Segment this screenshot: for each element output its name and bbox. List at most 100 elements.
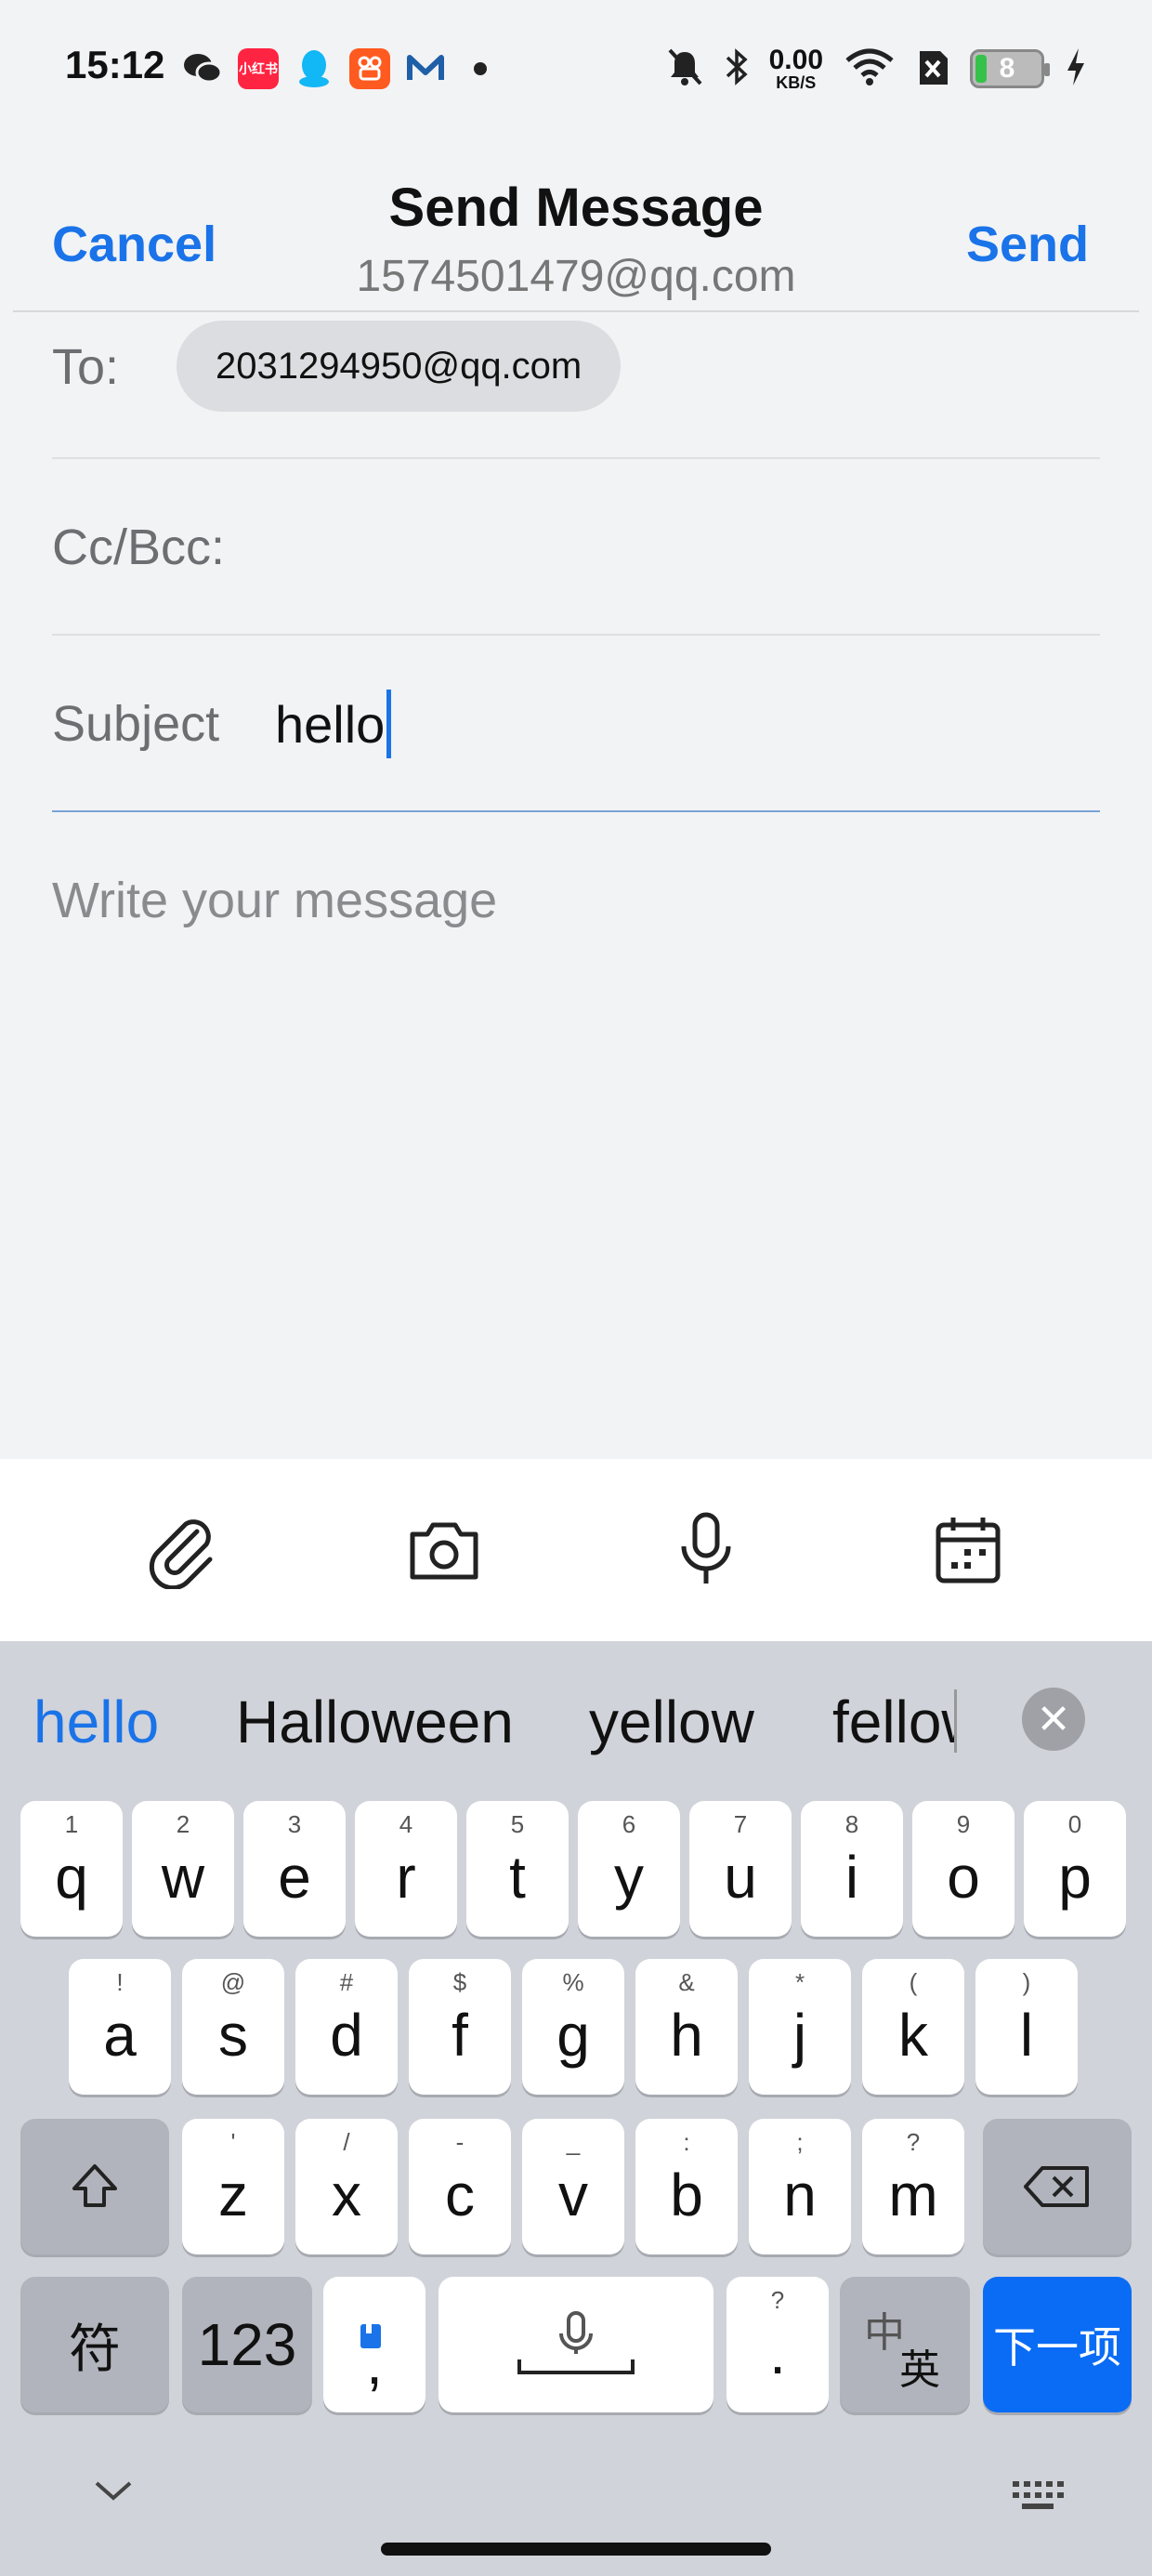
to-divider <box>52 457 1100 459</box>
key-hint: & <box>678 1968 695 1996</box>
shift-key[interactable] <box>20 2119 169 2254</box>
key-hint: ( <box>909 1968 918 1996</box>
key-k[interactable]: (k <box>862 1959 964 2095</box>
key-l[interactable]: ) l <box>975 1959 1078 2095</box>
mute-icon <box>665 46 704 92</box>
key-g[interactable]: % g <box>522 1959 624 2095</box>
language-switch-key[interactable]: 中 英 <box>840 2277 970 2412</box>
key-label: x <box>332 2162 361 2228</box>
suggestion-item[interactable]: yellow <box>589 1688 754 1756</box>
key-hint: 7 <box>733 1810 748 1838</box>
cc-divider <box>52 634 1100 636</box>
key-hint: ; <box>796 2128 804 2156</box>
compose-header: Cancel Send Message 1574501479@qq.com Se… <box>0 158 1152 311</box>
text-cursor <box>386 690 392 758</box>
key-label: s <box>218 2002 248 2069</box>
key-label: m <box>888 2162 938 2228</box>
key-label: y <box>614 1844 644 1911</box>
next-field-key[interactable]: 下一项 <box>983 2277 1132 2412</box>
key-m[interactable]: ? m <box>862 2119 964 2254</box>
key-hint: 2 <box>176 1810 190 1838</box>
hide-keyboard-chevron-icon[interactable] <box>91 2477 136 2510</box>
subject-divider <box>52 810 1100 812</box>
period-key[interactable]: ? . <box>727 2277 829 2412</box>
keyboard-switch-icon[interactable] <box>1009 2477 1065 2519</box>
key-hint: 0 <box>1067 1810 1082 1838</box>
key-label: k <box>898 2002 928 2069</box>
key-p[interactable]: 0p <box>1024 1801 1126 1937</box>
system-icons: 0.00 KB/S 8 <box>665 41 1087 97</box>
symbols-key[interactable]: 符 <box>20 2277 169 2412</box>
key-x[interactable]: / x <box>295 2119 398 2254</box>
key-hint: * <box>794 1968 805 1996</box>
key-label: t <box>509 1844 526 1911</box>
key-hint: - <box>455 2128 465 2156</box>
keyboard-bottom-bar <box>0 2440 1152 2576</box>
message-body-input[interactable]: Write your message <box>52 872 497 929</box>
status-time: 15:12 <box>65 43 165 86</box>
key-h[interactable]: & h <box>635 1959 738 2095</box>
key-t[interactable]: 5t <box>466 1801 569 1937</box>
numbers-key[interactable]: 123 <box>182 2277 312 2412</box>
status-bar: 15:12 小红书 0.00 KB/S 8 <box>0 0 1152 139</box>
key-d[interactable]: # d <box>295 1959 398 2095</box>
key-label: p <box>1058 1844 1092 1911</box>
space-key[interactable] <box>439 2277 713 2412</box>
comma-key[interactable]: , <box>323 2277 425 2412</box>
key-hint: ' <box>230 2128 236 2156</box>
key-label: f <box>452 2002 468 2069</box>
key-f[interactable]: $ f <box>409 1959 511 2095</box>
camera-icon[interactable] <box>398 1504 491 1597</box>
key-label: e <box>278 1844 311 1911</box>
key-hint: : <box>683 2128 690 2156</box>
notebook-icon <box>359 2295 383 2364</box>
key-o[interactable]: 9o <box>912 1801 1015 1937</box>
key-label: g <box>556 2002 590 2069</box>
key-hint: $ <box>452 1968 467 1996</box>
notification-icons: 小红书 <box>182 48 487 89</box>
key-hint: 9 <box>956 1810 971 1838</box>
key-a[interactable]: ! a <box>69 1959 171 2095</box>
key-label: l <box>1019 2002 1034 2069</box>
suggestion-bar: hello Halloween yellow fellow ✕ <box>0 1641 1152 1797</box>
key-c[interactable]: -c <box>409 2119 511 2254</box>
key-r[interactable]: 4r <box>355 1801 457 1937</box>
calendar-icon[interactable] <box>922 1504 1015 1597</box>
key-j[interactable]: * j <box>749 1959 851 2095</box>
key-u[interactable]: 7u <box>689 1801 792 1937</box>
key-w[interactable]: 2w <box>132 1801 234 1937</box>
key-n[interactable]: ; n <box>749 2119 851 2254</box>
home-indicator[interactable] <box>381 2543 771 2556</box>
cc-bcc-field[interactable]: Cc/Bcc: <box>52 519 225 576</box>
recipient-chip[interactable]: 2031294950@qq.com <box>177 321 622 412</box>
key-v[interactable]: _ v <box>522 2119 624 2254</box>
key-q[interactable]: 1q <box>20 1801 123 1937</box>
key-label: d <box>330 2002 363 2069</box>
suggestion-item[interactable]: fellow <box>832 1688 957 1756</box>
soft-keyboard: hello Halloween yellow fellow ✕ 符 123 , … <box>0 1641 1152 2576</box>
key-label: a <box>103 2002 137 2069</box>
suggestion-divider <box>954 1689 957 1753</box>
key-z[interactable]: ' z <box>182 2119 284 2254</box>
key-hint: ) <box>1022 1968 1031 1996</box>
close-suggestions-icon[interactable]: ✕ <box>1022 1688 1085 1751</box>
send-button[interactable]: Send <box>966 216 1089 273</box>
key-y[interactable]: 6y <box>578 1801 680 1937</box>
suggestion-item[interactable]: hello <box>33 1688 159 1756</box>
wechat-icon <box>182 48 223 89</box>
key-i[interactable]: 8i <box>801 1801 903 1937</box>
subject-input[interactable]: hello <box>275 690 392 758</box>
key-s[interactable]: @ s <box>182 1959 284 2095</box>
key-e[interactable]: 3e <box>243 1801 346 1937</box>
key-label: n <box>783 2162 817 2228</box>
key-label: c <box>445 2162 475 2228</box>
key-hint: _ <box>566 2128 581 2156</box>
suggestion-item[interactable]: Halloween <box>236 1688 514 1756</box>
key-hint: 8 <box>844 1810 859 1838</box>
subject-label: Subject <box>52 696 220 752</box>
paperclip-icon[interactable] <box>136 1504 229 1597</box>
key-b[interactable]: :b <box>635 2119 738 2254</box>
backspace-key[interactable] <box>983 2119 1132 2254</box>
subject-value: hello <box>275 694 386 754</box>
microphone-icon[interactable] <box>660 1504 753 1597</box>
